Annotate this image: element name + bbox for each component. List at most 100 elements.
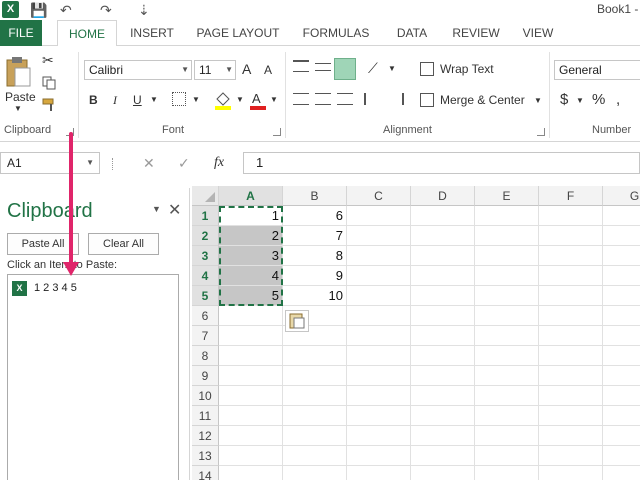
cell-a12[interactable]	[219, 426, 283, 446]
cell-d3[interactable]	[411, 246, 475, 266]
cell-c10[interactable]	[347, 386, 411, 406]
paste-icon[interactable]	[6, 56, 32, 88]
bottom-align-icon[interactable]	[334, 58, 356, 80]
font-dialog-launcher-icon[interactable]	[273, 128, 281, 136]
cell-e1[interactable]	[475, 206, 539, 226]
cell-c9[interactable]	[347, 366, 411, 386]
paste-button-label[interactable]: Paste	[5, 90, 36, 104]
cell-e10[interactable]	[475, 386, 539, 406]
cell-e7[interactable]	[475, 326, 539, 346]
row-header-1[interactable]: 1	[192, 206, 219, 226]
cell-c14[interactable]	[347, 466, 411, 480]
pane-options-icon[interactable]: ▼	[152, 204, 161, 214]
tab-view[interactable]: VIEW	[514, 20, 562, 46]
cell-b10[interactable]	[283, 386, 347, 406]
cancel-icon[interactable]: ✕	[143, 155, 155, 172]
column-header-f[interactable]: F	[539, 186, 603, 206]
row-header-11[interactable]: 11	[192, 406, 219, 426]
clipboard-item[interactable]: X 1 2 3 4 5	[12, 280, 172, 298]
cell-e13[interactable]	[475, 446, 539, 466]
align-right-icon[interactable]	[337, 93, 353, 105]
align-left-icon[interactable]	[293, 93, 309, 105]
italic-button[interactable]: I	[113, 93, 117, 108]
redo-icon[interactable]: ↷	[100, 1, 112, 19]
cell-a13[interactable]	[219, 446, 283, 466]
tab-insert[interactable]: INSERT	[124, 20, 180, 46]
formula-input[interactable]: 1	[243, 152, 640, 174]
row-header-2[interactable]: 2	[192, 226, 219, 246]
alignment-dialog-launcher-icon[interactable]	[537, 128, 545, 136]
tab-home[interactable]: HOME	[57, 20, 117, 47]
bold-button[interactable]: B	[89, 93, 98, 107]
font-size-combo[interactable]: 11 ▼	[194, 60, 236, 80]
row-header-13[interactable]: 13	[192, 446, 219, 466]
column-header-c[interactable]: C	[347, 186, 411, 206]
grow-font-icon[interactable]: A	[242, 61, 251, 77]
font-color-dropdown-icon[interactable]: ▼	[270, 95, 278, 104]
borders-icon[interactable]	[172, 92, 186, 106]
middle-align-icon[interactable]	[315, 63, 331, 71]
cell-g2[interactable]	[603, 226, 640, 246]
tab-file[interactable]: FILE	[0, 20, 42, 46]
orientation-dropdown-icon[interactable]: ▼	[388, 64, 396, 73]
paste-options-icon[interactable]	[285, 310, 309, 332]
underline-dropdown-icon[interactable]: ▼	[150, 95, 158, 104]
cell-c5[interactable]	[347, 286, 411, 306]
row-header-10[interactable]: 10	[192, 386, 219, 406]
cell-g5[interactable]	[603, 286, 640, 306]
cell-b1[interactable]: 6	[283, 206, 347, 226]
copy-icon[interactable]	[42, 76, 56, 90]
cell-e9[interactable]	[475, 366, 539, 386]
cell-b3[interactable]: 8	[283, 246, 347, 266]
cell-d4[interactable]	[411, 266, 475, 286]
cell-d7[interactable]	[411, 326, 475, 346]
cell-d6[interactable]	[411, 306, 475, 326]
cell-d2[interactable]	[411, 226, 475, 246]
cell-c11[interactable]	[347, 406, 411, 426]
decrease-indent-icon[interactable]	[364, 93, 380, 105]
cell-a7[interactable]	[219, 326, 283, 346]
row-header-9[interactable]: 9	[192, 366, 219, 386]
cell-b2[interactable]: 7	[283, 226, 347, 246]
column-header-b[interactable]: B	[283, 186, 347, 206]
merge-dropdown-icon[interactable]: ▼	[534, 96, 542, 105]
cell-d11[interactable]	[411, 406, 475, 426]
cell-f10[interactable]	[539, 386, 603, 406]
cell-c6[interactable]	[347, 306, 411, 326]
cell-f7[interactable]	[539, 326, 603, 346]
tab-page-layout[interactable]: PAGE LAYOUT	[190, 20, 286, 46]
cell-d5[interactable]	[411, 286, 475, 306]
insert-function-icon[interactable]: fx	[214, 155, 224, 171]
borders-dropdown-icon[interactable]: ▼	[192, 95, 200, 104]
cell-b12[interactable]	[283, 426, 347, 446]
cell-a14[interactable]	[219, 466, 283, 480]
row-header-6[interactable]: 6	[192, 306, 219, 326]
tab-formulas[interactable]: FORMULAS	[296, 20, 376, 46]
cell-a11[interactable]	[219, 406, 283, 426]
cell-c13[interactable]	[347, 446, 411, 466]
cell-b11[interactable]	[283, 406, 347, 426]
cell-g3[interactable]	[603, 246, 640, 266]
cell-b9[interactable]	[283, 366, 347, 386]
cell-g10[interactable]	[603, 386, 640, 406]
name-box[interactable]: A1 ▼	[0, 152, 100, 174]
cell-g13[interactable]	[603, 446, 640, 466]
cell-e14[interactable]	[475, 466, 539, 480]
cell-g11[interactable]	[603, 406, 640, 426]
cell-c7[interactable]	[347, 326, 411, 346]
cell-e2[interactable]	[475, 226, 539, 246]
row-header-8[interactable]: 8	[192, 346, 219, 366]
cell-c1[interactable]	[347, 206, 411, 226]
cell-c8[interactable]	[347, 346, 411, 366]
format-painter-icon[interactable]	[42, 98, 58, 112]
row-header-7[interactable]: 7	[192, 326, 219, 346]
cell-d1[interactable]	[411, 206, 475, 226]
clear-all-button[interactable]: Clear All	[88, 233, 159, 255]
align-center-icon[interactable]	[315, 93, 331, 105]
column-header-d[interactable]: D	[411, 186, 475, 206]
cell-a10[interactable]	[219, 386, 283, 406]
cell-d12[interactable]	[411, 426, 475, 446]
wrap-text-button[interactable]: Wrap Text	[440, 62, 494, 76]
customize-quick-access-icon[interactable]: ⇣	[138, 1, 150, 19]
cell-g4[interactable]	[603, 266, 640, 286]
